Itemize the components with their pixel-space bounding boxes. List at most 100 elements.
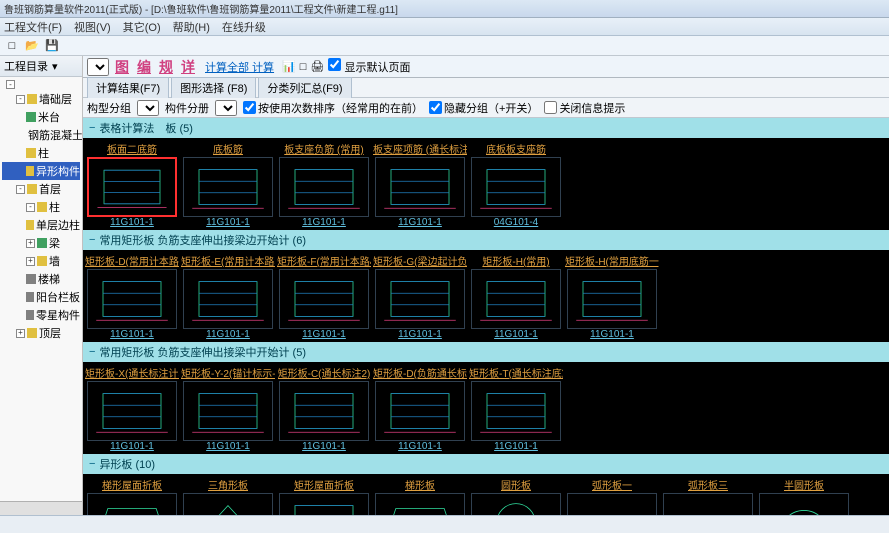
- tree-item[interactable]: 异形构件: [2, 162, 80, 180]
- sel-comp[interactable]: [215, 100, 237, 116]
- tree-item[interactable]: 单层边柱: [2, 216, 80, 234]
- btn-rule[interactable]: 规: [159, 57, 173, 77]
- btn-calcall[interactable]: 计算全部 计算: [205, 59, 274, 75]
- tree-item[interactable]: 钢筋混凝土柱: [2, 126, 80, 144]
- catalog[interactable]: −表格计算法 板 (5)板面二底筋11G101-1底板筋11G101-1板支座负…: [83, 118, 889, 515]
- expand-icon[interactable]: -: [26, 203, 35, 212]
- collapse-icon[interactable]: −: [89, 458, 95, 470]
- folder-icon: [37, 202, 47, 212]
- thumbnail[interactable]: 板面二底筋11G101-1: [85, 140, 179, 228]
- expand-icon[interactable]: +: [26, 257, 35, 266]
- tree-label: 柱: [38, 145, 49, 161]
- tree-item[interactable]: 楼梯: [2, 270, 80, 288]
- tree-item[interactable]: 零星构件: [2, 306, 80, 324]
- tree-item[interactable]: +墙: [2, 252, 80, 270]
- folder-icon: [37, 256, 47, 266]
- thumb-name: 板面二底筋: [107, 140, 157, 157]
- thumbnail[interactable]: 矩形板-G(梁边起计负筋,锚任)11G101-1: [373, 252, 467, 340]
- collapse-icon[interactable]: −: [89, 122, 95, 134]
- scrollbar-h[interactable]: [0, 501, 82, 515]
- tree-item[interactable]: -首层: [2, 180, 80, 198]
- thumbnail[interactable]: 矩形板-Y-2(锚计标示-一条)11G101-1: [181, 364, 275, 452]
- template-icon[interactable]: □: [300, 61, 307, 73]
- sel-type[interactable]: [137, 100, 159, 116]
- expand-icon[interactable]: -: [16, 185, 25, 194]
- menu-view[interactable]: 视图(V): [74, 19, 111, 35]
- tree-item[interactable]: -墙础层: [2, 90, 80, 108]
- expand-icon[interactable]: +: [16, 329, 25, 338]
- save-icon[interactable]: 💾: [44, 38, 60, 54]
- tree-label: 零星构件: [36, 307, 80, 323]
- thumb-name: 底板筋: [213, 140, 243, 157]
- thumb-name: 矩形板-F(常用计本路4): [277, 252, 371, 269]
- thumbnail[interactable]: 矩形板-T(通长标注底筋一边)11G101-1: [469, 364, 563, 452]
- thumbnail[interactable]: 矩形板-F(常用计本路4)11G101-1: [277, 252, 371, 340]
- tree-item[interactable]: -: [2, 79, 80, 90]
- new-icon[interactable]: □: [4, 38, 20, 54]
- btn-graph[interactable]: 图: [115, 57, 129, 77]
- expand-icon[interactable]: -: [6, 80, 15, 89]
- thumbnail[interactable]: 板支座项筋 (通长标注)11G101-1: [373, 140, 467, 228]
- subtab-calc[interactable]: 计算结果(F7): [87, 77, 169, 99]
- thumbnail[interactable]: 矩形板-D(常用计本路2)11G101-1: [85, 252, 179, 340]
- thumbnail[interactable]: 半圆形板11G101-1: [757, 476, 851, 515]
- thumb-name: 矩形板-E(常用计本路3): [181, 252, 275, 269]
- dropdown-1[interactable]: [87, 58, 109, 76]
- thumbnail[interactable]: 三角形板11G101-1: [181, 476, 275, 515]
- thumbnail[interactable]: 梯形屋面折板11G101-1: [85, 476, 179, 515]
- tree-item[interactable]: +梁: [2, 234, 80, 252]
- thumbnail[interactable]: 板支座负筋 (常用)11G101-1: [277, 140, 371, 228]
- btn-edit[interactable]: 编: [137, 57, 151, 77]
- btn-def[interactable]: 详: [181, 57, 195, 77]
- menu-help[interactable]: 帮助(H): [173, 19, 210, 35]
- tree-item[interactable]: -柱: [2, 198, 80, 216]
- thumb-image: [375, 157, 465, 217]
- menu-other[interactable]: 其它(O): [123, 19, 161, 35]
- tree-item[interactable]: +顶层: [2, 324, 80, 342]
- thumb-name: 梯形屋面折板: [102, 476, 162, 493]
- thumbnail[interactable]: 底板筋11G101-1: [181, 140, 275, 228]
- tree-view[interactable]: --墙础层米台钢筋混凝土柱柱异形构件-首层-柱单层边柱+梁+墙楼梯阳台栏板零星构…: [0, 77, 82, 501]
- collapse-icon[interactable]: −: [89, 234, 95, 246]
- thumbnail[interactable]: 矩形板-H(常用底筋一)11G101-1: [565, 252, 659, 340]
- thumbnail[interactable]: 矩形屋面折板11G101-1: [277, 476, 371, 515]
- chart-icon[interactable]: 📊: [282, 60, 296, 73]
- dropdown-icon[interactable]: ▾: [52, 60, 58, 73]
- tree-item[interactable]: 柱: [2, 144, 80, 162]
- section-header[interactable]: −异形板 (10): [83, 454, 889, 474]
- section-header[interactable]: −常用矩形板 负筋支座伸出接梁边开始计 (6): [83, 230, 889, 250]
- thumb-image: [471, 493, 561, 515]
- section-header[interactable]: −常用矩形板 负筋支座伸出接梁中开始计 (5): [83, 342, 889, 362]
- tree-item[interactable]: 米台: [2, 108, 80, 126]
- thumb-name: 梯形板: [405, 476, 435, 493]
- thumbnail[interactable]: 弧形板三11G101-1: [661, 476, 755, 515]
- cb-sort[interactable]: 按使用次数排序（经常用的在前）: [243, 100, 423, 116]
- subtab-summary[interactable]: 分类列汇总(F9): [258, 77, 351, 99]
- tree-item[interactable]: 阳台栏板: [2, 288, 80, 306]
- open-icon[interactable]: 📂: [24, 38, 40, 54]
- thumbnail[interactable]: 矩形板-H(常用)11G101-1: [469, 252, 563, 340]
- menu-file[interactable]: 工程文件(F): [4, 19, 62, 35]
- thumbnail[interactable]: 矩形板-X(通长标注计本路)11G101-1: [85, 364, 179, 452]
- thumbnail[interactable]: 矩形板-D(负筋通长标注)11G101-1: [373, 364, 467, 452]
- expand-icon[interactable]: +: [26, 239, 35, 248]
- collapse-icon[interactable]: −: [89, 346, 95, 358]
- cb-hide[interactable]: 隐藏分组（+开关）: [429, 100, 538, 116]
- section-header[interactable]: −表格计算法 板 (5): [83, 118, 889, 138]
- subtab-graph[interactable]: 图形选择 (F8): [171, 77, 256, 99]
- show-default-page[interactable]: 显示默认页面: [328, 58, 410, 75]
- expand-icon[interactable]: -: [16, 95, 25, 104]
- thumbnail[interactable]: 梯形板11G101-1: [373, 476, 467, 515]
- thumb-image: [279, 381, 369, 441]
- menu-upgrade[interactable]: 在线升级: [222, 19, 266, 35]
- cb-close[interactable]: 关闭信息提示: [544, 100, 625, 116]
- thumb-row: 板面二底筋11G101-1底板筋11G101-1板支座负筋 (常用)11G101…: [83, 138, 889, 230]
- print-icon[interactable]: 🖨: [310, 60, 324, 73]
- thumbnail[interactable]: 弧形板一11G101-1: [565, 476, 659, 515]
- thumbnail[interactable]: 矩形板-E(常用计本路3)11G101-1: [181, 252, 275, 340]
- thumb-name: 板支座项筋 (通长标注): [373, 140, 467, 157]
- thumbnail[interactable]: 矩形板-C(通长标注2)11G101-1: [277, 364, 371, 452]
- thumbnail[interactable]: 底板板支座筋04G101-4: [469, 140, 563, 228]
- checkbox-defaultpage[interactable]: [328, 58, 341, 71]
- thumbnail[interactable]: 圆形板11G101-1: [469, 476, 563, 515]
